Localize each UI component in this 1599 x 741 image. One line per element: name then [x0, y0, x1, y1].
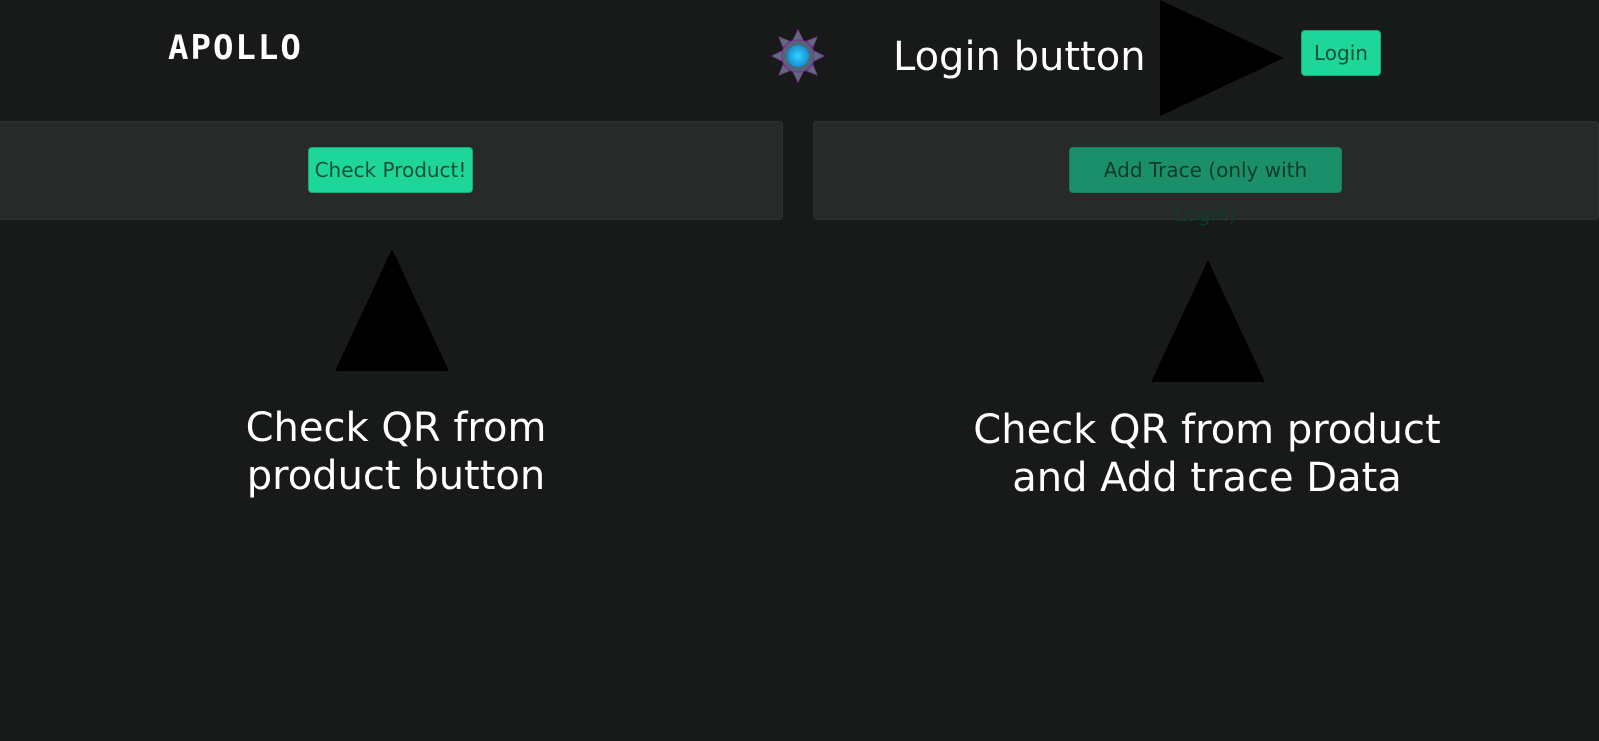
- add-trace-annotation: Check QR from product and Add trace Data: [973, 407, 1441, 501]
- arrow-right-icon: [1160, 0, 1284, 116]
- login-button[interactable]: Login: [1301, 30, 1381, 76]
- apollo-logo[interactable]: APOLLO: [168, 28, 303, 68]
- gear-icon[interactable]: [770, 28, 826, 84]
- check-product-button[interactable]: Check Product!: [308, 147, 473, 193]
- arrow-up-icon: [335, 249, 449, 371]
- login-button-annotation: Login button: [893, 34, 1146, 80]
- app-root: APOLLO Login button Login Check Product!…: [0, 0, 1599, 741]
- arrow-up-icon: [1151, 260, 1265, 382]
- check-product-annotation: Check QR from product button: [245, 405, 547, 499]
- add-trace-button[interactable]: Add Trace (only with Login): [1069, 147, 1342, 226]
